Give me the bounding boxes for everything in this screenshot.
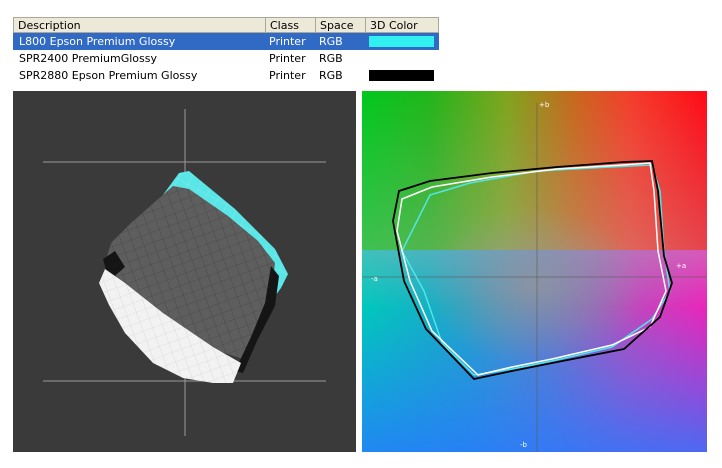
profile-list: Description Class Space 3D Color L800 Ep…	[13, 17, 439, 84]
space-cell: RGB	[319, 69, 343, 82]
axis-label-minus-a: -a	[371, 275, 378, 283]
description-cell: SPR2400 PremiumGlossy	[19, 52, 157, 65]
color-swatch[interactable]	[369, 70, 434, 81]
class-cell: Printer	[269, 35, 306, 48]
axis-label-plus-a: +a	[676, 262, 687, 270]
profile-list-header: Description Class Space 3D Color	[13, 17, 439, 33]
table-row[interactable]: SPR2880 Epson Premium Glossy Printer RGB	[13, 67, 439, 84]
class-cell: Printer	[269, 52, 306, 65]
space-cell: RGB	[319, 35, 343, 48]
description-cell: SPR2880 Epson Premium Glossy	[19, 69, 198, 82]
gamut-3d-view[interactable]	[13, 91, 356, 452]
color-swatch[interactable]	[369, 36, 434, 47]
gamut-outline-spr2400	[396, 162, 667, 376]
class-cell: Printer	[269, 69, 306, 82]
axis-label-minus-b: -b	[520, 441, 527, 449]
space-cell: RGB	[319, 52, 343, 65]
table-row[interactable]: L800 Epson Premium Glossy Printer RGB	[13, 33, 439, 50]
gamut-2d-canvas	[362, 103, 707, 452]
axis-label-plus-b: +b	[539, 101, 550, 109]
gamut-2d-view[interactable]: +b -b -a +a	[362, 91, 707, 452]
description-cell: L800 Epson Premium Glossy	[19, 35, 176, 48]
gamut-3d-canvas	[43, 109, 326, 436]
column-header-space[interactable]: Space	[316, 18, 366, 33]
table-row[interactable]: SPR2400 PremiumGlossy Printer RGB	[13, 50, 439, 67]
column-header-description[interactable]: Description	[14, 18, 266, 33]
column-header-class[interactable]: Class	[266, 18, 316, 33]
column-header-3d-color[interactable]: 3D Color	[366, 18, 438, 33]
